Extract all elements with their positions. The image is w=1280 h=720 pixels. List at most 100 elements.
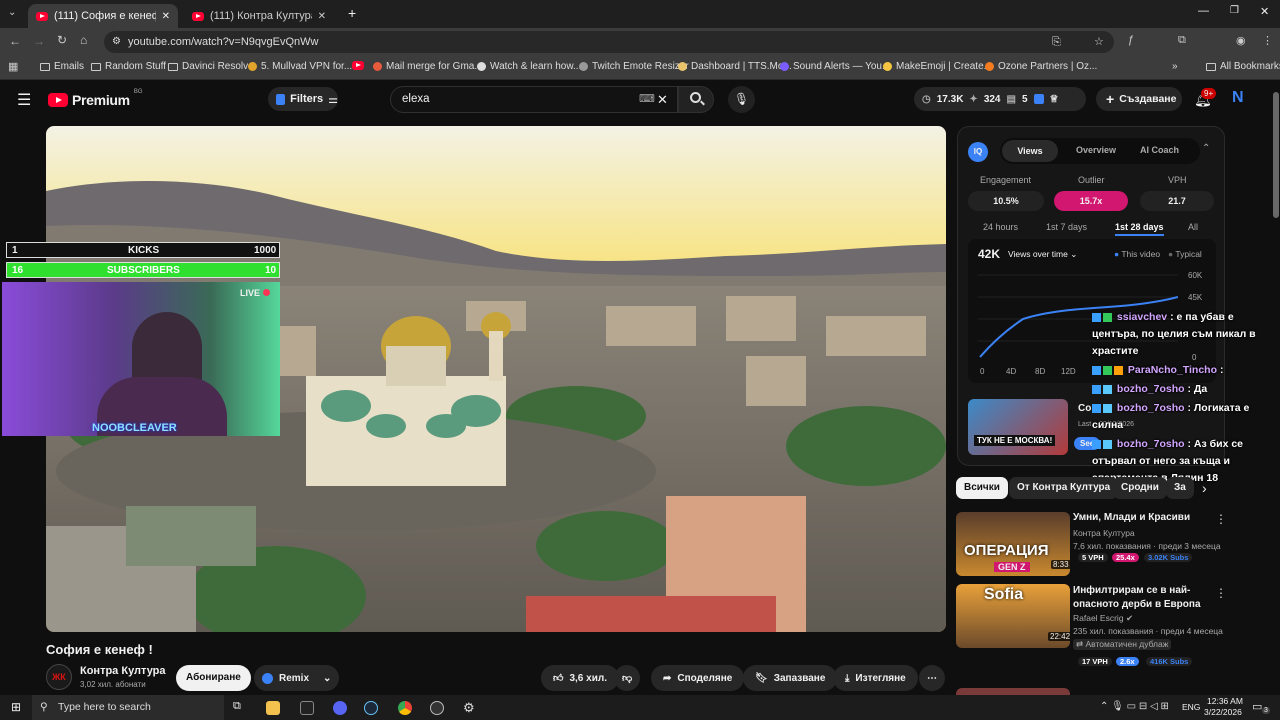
url-field[interactable]: ⚙ youtube.com/watch?v=N9qvgEvQnWw ⎘ ☆ xyxy=(104,31,1114,53)
avatar[interactable]: N xyxy=(1232,89,1244,107)
eye-icon: ◷ xyxy=(922,93,931,105)
home-icon[interactable]: ⌂ xyxy=(80,33,87,47)
bookmark-item[interactable]: Ozone Partners | Oz... xyxy=(985,61,1097,72)
scrollbar-thumb[interactable] xyxy=(1273,92,1279,218)
app-icon[interactable] xyxy=(300,701,314,715)
reload-icon[interactable]: ↻ xyxy=(57,33,67,47)
filters-button[interactable]: Filters ⚌ xyxy=(268,87,338,111)
bookmark-item[interactable]: Random Stuff xyxy=(91,61,166,72)
bookmark-item[interactable]: 5. Mullvad VPN for... xyxy=(248,61,352,72)
puzzle-icon[interactable]: ⧉ xyxy=(1178,34,1186,47)
translate-icon[interactable]: ⎘ xyxy=(1052,31,1061,53)
search-input[interactable]: elexa ⌨ ✕ xyxy=(390,86,678,113)
collapse-icon[interactable]: ⌃ xyxy=(1202,143,1210,154)
obs-icon[interactable] xyxy=(430,701,444,715)
chips-next-icon[interactable]: › xyxy=(1202,480,1207,496)
subscribe-button[interactable]: Абониране xyxy=(176,665,251,691)
rec-channel[interactable]: Контра Култура xyxy=(1073,528,1135,538)
chip-all[interactable]: Всички xyxy=(956,477,1008,499)
profile-icon[interactable]: ◉ xyxy=(1236,34,1246,47)
tray-icons[interactable]: ⌃ 🎙︎ ▭ ⊟ ◁︎ ⊞ xyxy=(1100,701,1169,712)
rec-title[interactable]: Инфилтрирам се в най-опасното дерби в Ев… xyxy=(1073,584,1213,612)
channel-name[interactable]: Контра Култура xyxy=(80,665,166,677)
tab-views[interactable]: Views xyxy=(1002,140,1058,162)
clock-time[interactable]: 12:36 AM xyxy=(1207,696,1243,706)
bookmark-item[interactable]: Mail merge for Gma... xyxy=(373,61,483,72)
taskbar-search-input[interactable]: ⚲ Type here to search xyxy=(32,695,224,720)
close-window-icon[interactable]: ✕ xyxy=(1260,5,1269,18)
promo-thumbnail[interactable]: ТУК НЕ Е МОСКВА! xyxy=(968,399,1068,455)
all-bookmarks[interactable]: All Bookmarks xyxy=(1206,61,1280,72)
rec-channel[interactable]: Rafael Escrig ✔ xyxy=(1073,613,1133,624)
clear-search-icon[interactable]: ✕ xyxy=(657,87,668,112)
windows-start-icon[interactable]: ⊞ xyxy=(11,700,21,714)
rec-thumbnail[interactable]: Sofia 22:42 xyxy=(956,584,1070,648)
new-tab-icon[interactable]: + xyxy=(348,5,356,21)
tab-close-icon[interactable]: ✕ xyxy=(162,11,170,22)
remix-button[interactable]: Remix ⌄ xyxy=(254,665,340,691)
bookmark-item[interactable]: Sound Alerts — You... xyxy=(780,61,890,72)
range-28d[interactable]: 1st 28 days xyxy=(1115,222,1164,236)
bookmark-item[interactable]: Davinci Resolve xyxy=(168,61,254,72)
tab-active[interactable]: (111) София е кенеф ! - YouTube ✕ xyxy=(28,4,178,28)
tab-inactive[interactable]: (111) Контра Култура - YouTube ✕ xyxy=(184,4,334,28)
bookmarks-overflow-icon[interactable]: » xyxy=(1172,61,1178,72)
voice-search-button[interactable]: 🎙 xyxy=(728,86,755,113)
file-explorer-icon[interactable] xyxy=(266,701,280,715)
chrome-icon[interactable] xyxy=(398,701,412,715)
discord-icon[interactable] xyxy=(333,701,347,715)
chip-from-channel[interactable]: От Контра Култура xyxy=(1009,477,1119,499)
bookmark-item[interactable]: Twitch Emote Resizer xyxy=(579,61,689,72)
tab-ai-coach[interactable]: AI Coach xyxy=(1140,145,1179,155)
like-button[interactable]: 👍︎ 3,6 хил. xyxy=(541,665,619,691)
language-indicator[interactable]: ENG xyxy=(1182,702,1200,712)
tab-close-icon[interactable]: ✕ xyxy=(318,11,326,22)
rec-title[interactable]: Умни, Млади и Красиви xyxy=(1073,511,1213,525)
windows-taskbar: ⊞ ⚲ Type here to search ⧉ ⚙ ⌃ 🎙︎ ▭ ⊟ ◁︎ … xyxy=(0,695,1280,720)
task-view-icon[interactable]: ⧉ xyxy=(233,700,241,713)
notification-center-icon[interactable]: ▭ xyxy=(1252,700,1262,713)
range-7d[interactable]: 1st 7 days xyxy=(1046,222,1087,232)
channel-avatar[interactable]: ЖК xyxy=(46,664,72,690)
range-24h[interactable]: 24 hours xyxy=(983,222,1018,232)
youtube-logo[interactable]: Premium BG xyxy=(48,89,142,108)
hamburger-menu-icon[interactable]: ☰ xyxy=(17,90,31,110)
extension-icon[interactable]: ƒ xyxy=(1128,34,1134,46)
rec-thumbnail[interactable]: ОПЕРАЦИЯ GEN Z 8:33 xyxy=(956,512,1070,576)
bookmark-item[interactable]: Watch & learn how... xyxy=(477,61,581,72)
forward-icon[interactable]: → xyxy=(33,34,45,48)
save-button[interactable]: 🔖︎ Запазване xyxy=(743,665,838,691)
dislike-button[interactable]: 👎︎ xyxy=(614,665,641,691)
bookmark-star-icon[interactable]: ☆ xyxy=(1094,31,1104,53)
create-button[interactable]: + Създаване xyxy=(1096,87,1182,111)
apps-grid-icon[interactable]: ▦ xyxy=(8,60,18,73)
back-icon[interactable]: ← xyxy=(9,34,21,48)
settings-gear-icon[interactable]: ⚙ xyxy=(463,701,477,715)
site-info-icon[interactable]: ⚙ xyxy=(112,31,121,53)
restore-icon[interactable]: ❐ xyxy=(1230,5,1239,16)
vidiq-stats-bar[interactable]: ◷ 17.3K ✦ 324 ▤ 5 ♕ xyxy=(914,87,1086,111)
steam-icon[interactable] xyxy=(364,701,378,715)
bookmark-item[interactable]: Emails xyxy=(40,61,84,72)
bookmark-item[interactable]: MakeEmoji | Create... xyxy=(883,61,992,72)
tab-search-icon[interactable]: ⌄ xyxy=(8,7,16,18)
range-all[interactable]: All xyxy=(1188,222,1198,232)
chip-related[interactable]: Сродни xyxy=(1113,477,1167,499)
search-button[interactable] xyxy=(678,86,714,113)
rec-outlier: 2.6x xyxy=(1116,657,1139,666)
tab-overview[interactable]: Overview xyxy=(1076,145,1116,155)
chart-select[interactable]: Views over time ⌄ xyxy=(1008,249,1077,260)
more-actions-button[interactable]: ⋯ xyxy=(919,665,945,691)
bookmark-item[interactable] xyxy=(352,61,364,70)
rec-menu-icon[interactable]: ⋮ xyxy=(1215,512,1227,526)
bookmark-item[interactable]: Dashboard | TTS.Mo... xyxy=(678,61,792,72)
rec-menu-icon[interactable]: ⋮ xyxy=(1215,586,1227,600)
keyboard-icon[interactable]: ⌨ xyxy=(639,87,655,112)
share-button[interactable]: ➦ Споделяне xyxy=(651,665,745,691)
page-scrollbar[interactable] xyxy=(1272,82,1280,694)
download-button[interactable]: ⤓ Изтегляне xyxy=(833,665,918,691)
chip-more[interactable]: За xyxy=(1166,477,1194,499)
menu-dots-icon[interactable]: ⋮ xyxy=(1262,34,1273,47)
clock-date[interactable]: 3/22/2026 xyxy=(1204,707,1242,717)
minimize-icon[interactable]: — xyxy=(1198,5,1209,17)
